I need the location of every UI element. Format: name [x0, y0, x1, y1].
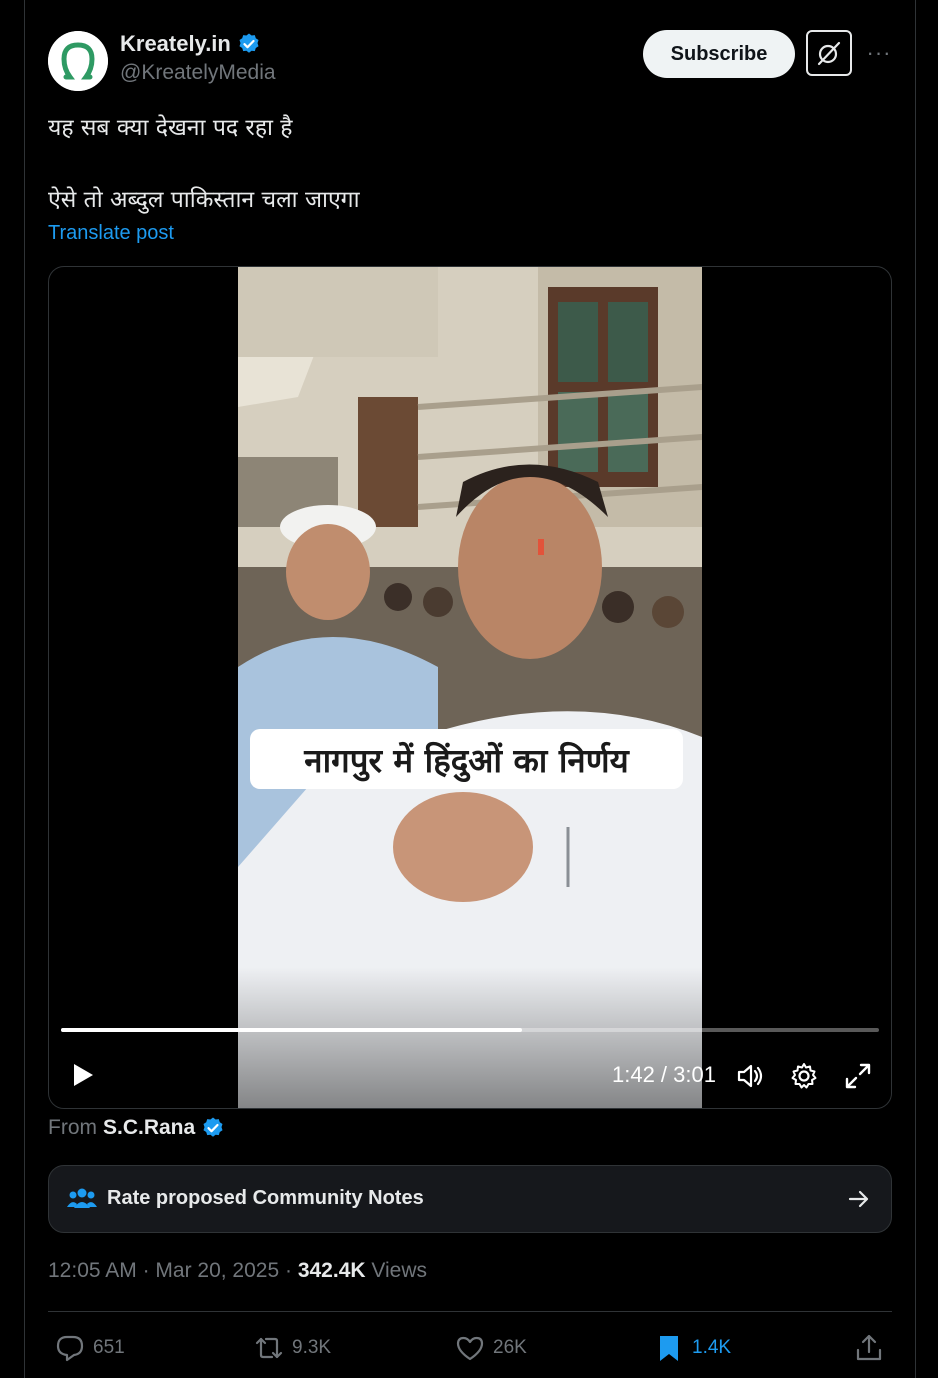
video-progress-fill [61, 1028, 523, 1032]
share-icon [856, 1334, 882, 1361]
views-count: 342.4K [297, 1259, 366, 1282]
post-time[interactable]: 12:05 AM [48, 1259, 137, 1282]
community-notes-label: Rate proposed Community Notes [107, 1187, 424, 1209]
settings-gear-icon[interactable] [788, 1060, 820, 1092]
video-caption: नागपुर में हिंदुओं का निर्णय [250, 729, 683, 789]
attribution-author-link[interactable]: S.C.Rana [103, 1116, 195, 1140]
more-options-button[interactable]: ··· [862, 38, 896, 68]
repost-button[interactable]: 9.3K [254, 1331, 331, 1365]
people-group-icon [67, 1188, 97, 1208]
subscribe-button[interactable]: Subscribe [643, 30, 795, 78]
bookmark-filled-icon [660, 1336, 678, 1361]
post-date[interactable]: Mar 20, 2025 [155, 1259, 279, 1282]
post-metadata: 12:05 AM · Mar 20, 2025 · 342.4K Views [48, 1259, 427, 1283]
bookmark-count: 1.4K [692, 1337, 732, 1358]
community-notes-card[interactable]: Rate proposed Community Notes [48, 1165, 892, 1233]
translate-post-link[interactable]: Translate post [48, 222, 174, 245]
like-count: 26K [493, 1337, 527, 1358]
reply-button[interactable]: 651 [55, 1331, 125, 1365]
like-button[interactable]: 26K [455, 1331, 527, 1365]
video-attribution: From S.C.Rana [48, 1116, 225, 1140]
video-progress-bar[interactable] [61, 1028, 879, 1032]
views-label: Views [371, 1259, 428, 1282]
repost-icon [255, 1337, 283, 1359]
video-player[interactable]: नागपुर में हिंदुओं का निर्णय 1:42 / 3:01 [48, 266, 892, 1109]
repost-count: 9.3K [292, 1337, 332, 1358]
attribution-prefix: From [48, 1116, 97, 1139]
post-text: यह सब क्या देखना पद रहा है ऐसे तो अब्दुल… [48, 115, 360, 213]
verified-badge-icon[interactable] [237, 32, 261, 56]
author-name-row[interactable]: Kreately.in [120, 31, 261, 57]
fullscreen-icon[interactable] [842, 1060, 874, 1092]
reply-count: 651 [93, 1337, 125, 1358]
bookmark-button[interactable]: 1.4K [654, 1331, 731, 1365]
meta-separator: · [285, 1259, 298, 1282]
verified-badge-icon [203, 1117, 223, 1137]
arrow-right-icon [848, 1190, 869, 1208]
video-time-display: 1:42 / 3:01 [612, 1062, 716, 1087]
grok-icon [817, 41, 841, 66]
author-handle[interactable]: @KreatelyMedia [120, 61, 276, 85]
share-button[interactable] [854, 1331, 884, 1365]
volume-icon[interactable] [734, 1060, 766, 1092]
logo-icon [48, 31, 108, 91]
reply-bubble-icon [56, 1335, 84, 1362]
divider [48, 1311, 892, 1312]
grok-button[interactable] [806, 30, 852, 76]
play-icon[interactable] [67, 1060, 97, 1090]
meta-separator: · [142, 1259, 156, 1282]
author-display-name[interactable]: Kreately.in [120, 31, 231, 57]
heart-icon [456, 1336, 484, 1361]
avatar[interactable] [48, 31, 108, 91]
